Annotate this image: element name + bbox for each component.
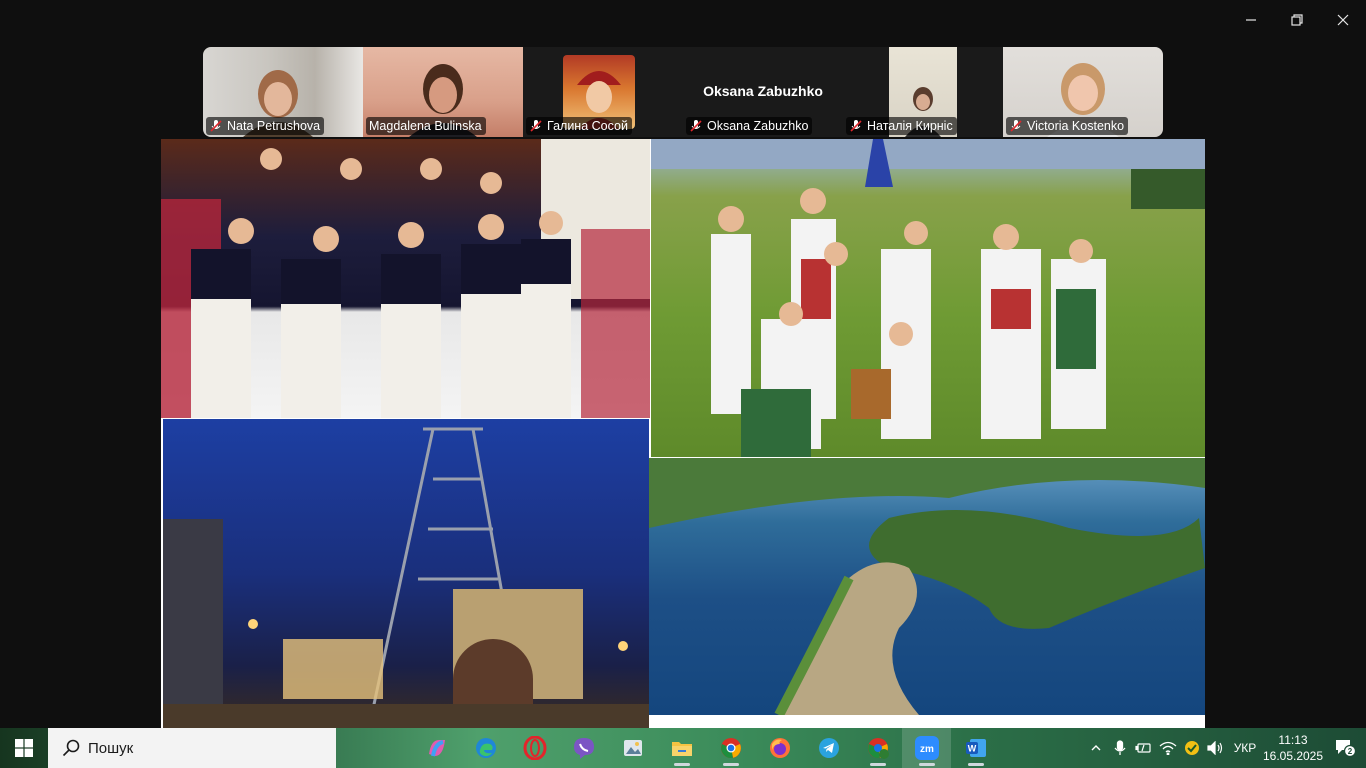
- photos-button[interactable]: [608, 728, 657, 768]
- edge-icon: [475, 738, 496, 758]
- notification-count: 2: [1348, 747, 1353, 756]
- viber-button[interactable]: [559, 728, 608, 768]
- clock[interactable]: 11:13 16.05.2025: [1262, 732, 1324, 764]
- participant-tile[interactable]: Наталія Кирнiс: [843, 47, 1003, 137]
- participant-name: Nata Petrushova: [227, 119, 321, 133]
- shared-screen[interactable]: [161, 139, 1205, 728]
- microphone-icon: [1114, 740, 1126, 755]
- chrome-profile-button[interactable]: [853, 728, 902, 768]
- chrome-icon: [720, 738, 741, 758]
- notifications-button[interactable]: 2: [1324, 738, 1366, 758]
- minimize-button[interactable]: [1228, 0, 1274, 40]
- folk-group-meadow-image: [651, 139, 1205, 457]
- participant-name-tag: Nata Petrushova: [206, 117, 325, 135]
- zoom-icon: zm: [914, 736, 939, 760]
- file-explorer-button[interactable]: [657, 728, 706, 768]
- participant-tile[interactable]: Nata Petrushova: [203, 47, 363, 137]
- participant-tile[interactable]: Victoria Kostenko: [1003, 47, 1163, 137]
- participant-name: Наталія Кирнiс: [867, 119, 953, 133]
- svg-text:zm: zm: [920, 744, 934, 755]
- mic-off-icon: [850, 120, 862, 132]
- participant-tile[interactable]: Oksana Zabuzhko Oksana Zabuzhko: [683, 47, 843, 137]
- chevron-up-icon: [1091, 745, 1101, 751]
- volume-button[interactable]: [1204, 728, 1228, 768]
- edge-button[interactable]: [461, 728, 510, 768]
- system-tray: УКР 11:13 16.05.2025 2: [1084, 728, 1366, 768]
- opera-icon: [523, 736, 546, 760]
- participant-name-tag: Галина Сосой: [526, 117, 632, 135]
- participant-name-tag: Наталія Кирнiс: [846, 117, 957, 135]
- taskbar-search[interactable]: Пошук: [48, 728, 336, 768]
- telegram-icon: [818, 738, 839, 758]
- search-icon: [62, 739, 80, 757]
- search-placeholder: Пошук: [88, 739, 134, 757]
- show-hidden-icons-button[interactable]: [1084, 728, 1108, 768]
- restore-button[interactable]: [1274, 0, 1320, 40]
- mic-off-icon: [530, 120, 542, 132]
- microphone-button[interactable]: [1108, 728, 1132, 768]
- mic-off-icon: [1010, 120, 1022, 132]
- mic-off-icon: [210, 120, 222, 132]
- lake-aerial-view-image: [649, 458, 1205, 715]
- close-button[interactable]: [1320, 0, 1366, 40]
- update-status-icon: [1185, 741, 1199, 755]
- notification-icon: 2: [1336, 740, 1356, 758]
- folk-group-traditional-dress-image: [161, 139, 650, 418]
- participant-display-name: Oksana Zabuzhko: [703, 83, 823, 99]
- file-explorer-icon: [671, 742, 692, 756]
- firefox-button[interactable]: [755, 728, 804, 768]
- chrome-profile-icon: [867, 738, 889, 759]
- participant-name: Magdalena Bulinska: [369, 119, 482, 133]
- windows-logo-icon: [15, 739, 33, 757]
- mine-shaft-tower-night-image: [163, 419, 649, 728]
- zoom-button[interactable]: zm: [902, 728, 951, 768]
- participant-name: Victoria Kostenko: [1027, 119, 1125, 133]
- input-language-indicator[interactable]: УКР: [1228, 741, 1262, 755]
- start-button[interactable]: [0, 728, 48, 768]
- word-button[interactable]: W: [951, 728, 1000, 768]
- word-icon: W: [965, 739, 986, 757]
- clock-time: 11:13: [1278, 733, 1308, 747]
- firefox-icon: [769, 738, 790, 758]
- photos-icon: [623, 740, 642, 756]
- volume-icon: [1207, 741, 1223, 755]
- participant-name: Галина Сосой: [547, 119, 628, 133]
- participant-tile[interactable]: Галина Сосой: [523, 47, 683, 137]
- wifi-button[interactable]: [1156, 728, 1180, 768]
- participant-name-tag: Victoria Kostenko: [1006, 117, 1129, 135]
- chrome-button[interactable]: [706, 728, 755, 768]
- svg-text:W: W: [967, 744, 976, 754]
- close-icon: [1337, 14, 1349, 26]
- participant-name: Oksana Zabuzhko: [707, 119, 809, 133]
- window-controls: [1228, 0, 1366, 40]
- participant-strip: Nata Petrushova Magdalena Bulinska Галин…: [203, 47, 1163, 137]
- participant-tile-active[interactable]: Magdalena Bulinska: [363, 47, 523, 137]
- wifi-icon: [1159, 741, 1177, 755]
- copilot-button[interactable]: [412, 728, 461, 768]
- battery-icon: [1135, 743, 1151, 753]
- minimize-icon: [1246, 19, 1256, 21]
- viber-icon: [573, 738, 594, 759]
- restore-icon: [1291, 14, 1303, 26]
- battery-button[interactable]: [1132, 728, 1156, 768]
- mic-off-icon: [690, 120, 702, 132]
- zoom-window: Nata Petrushova Magdalena Bulinska Галин…: [0, 0, 1366, 768]
- taskbar-apps: zm W: [412, 728, 1000, 768]
- clock-date: 16.05.2025: [1262, 749, 1324, 763]
- telegram-button[interactable]: [804, 728, 853, 768]
- participant-name-tag: Magdalena Bulinska: [366, 117, 486, 135]
- taskbar: Пошук zm W УКР 11:13 16.05.2025 2: [0, 728, 1366, 768]
- copilot-icon: [428, 740, 445, 757]
- participant-name-tag: Oksana Zabuzhko: [686, 117, 813, 135]
- opera-button[interactable]: [510, 728, 559, 768]
- update-status-button[interactable]: [1180, 728, 1204, 768]
